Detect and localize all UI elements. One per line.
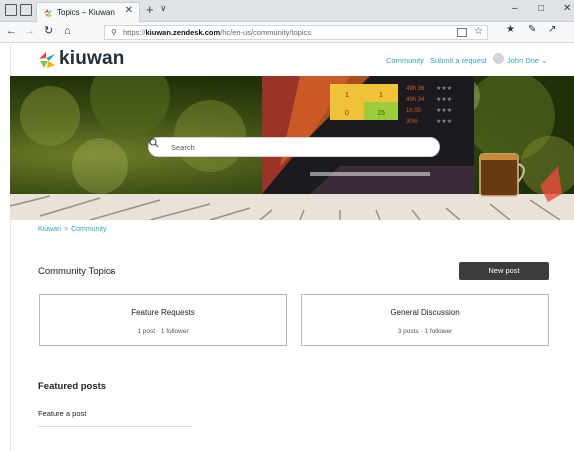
reading-view-icon[interactable] [457,28,467,37]
url-field[interactable]: ⚲ https://kiuwan.zendesk.com/hc/en-us/co… [104,25,488,40]
breadcrumb-kiuwan[interactable]: Kiuwan [38,226,61,233]
new-tab-icon[interactable]: + [146,3,154,16]
svg-text:★★★: ★★★ [436,107,452,114]
screen-time-2: 49h 34 [406,97,425,103]
nav-community-link[interactable]: Community [386,56,424,65]
screen-widget-4: 15 [377,110,385,117]
site-header: kiuwan Community Submit a request John D… [0,44,574,76]
screen-time-3: 1h 00 [406,108,422,114]
favorites-icon[interactable]: ★ [506,25,515,35]
share-icon[interactable]: ↗ [548,25,556,35]
screen-widget-2: 1 [379,92,383,99]
set-aside-tabs-icon[interactable] [20,4,32,16]
forward-arrow-icon[interactable]: → [24,26,35,37]
topic-meta: 3 posts · 1 follower [397,328,453,335]
topic-title[interactable]: General Discussion [302,308,548,317]
browser-address-bar: ← → ↻ ⌂ ⚲ https://kiuwan.zendesk.com/hc/… [0,22,574,43]
breadcrumb: Kiuwan > Community [38,226,106,233]
featured-posts-heading: Featured posts [38,381,107,392]
back-arrow-icon[interactable]: ← [6,26,17,37]
tab-menu-chevron-icon[interactable]: ∨ [160,4,167,13]
tab-close-icon[interactable]: ✕ [125,6,133,16]
chevron-down-icon[interactable]: ⌄ [108,266,115,275]
maximize-icon[interactable]: □ [538,4,544,14]
kiuwan-logo-icon [39,52,55,68]
logo-text: kiuwan [59,48,125,69]
lock-icon: ⚲ [111,28,117,37]
breadcrumb-community[interactable]: Community [71,226,106,233]
tab-actions-icon[interactable] [5,4,17,16]
nav-submit-request-link[interactable]: Submit a request [430,56,487,65]
svg-text:★★★: ★★★ [436,118,452,125]
favorite-star-icon[interactable]: ☆ [474,26,483,37]
topic-card-general-discussion[interactable]: General Discussion 3 posts · 1 follower [301,294,549,346]
feature-a-post-item: Feature a post [38,409,87,418]
refresh-icon[interactable]: ↻ [44,26,53,37]
screen-time-1: 49h 36 [406,86,425,92]
minimize-icon[interactable]: – [512,4,518,14]
search-placeholder: Search [171,143,195,152]
topic-title[interactable]: Feature Requests [40,308,286,317]
user-menu[interactable]: John Doe ⌄ [507,56,548,65]
breadcrumb-separator: > [63,226,69,233]
search-icon [149,138,159,148]
search-input[interactable]: Search [148,137,440,157]
browser-tab-bar: Topics – Kiuwan ✕ + ∨ – □ ✕ [0,0,574,22]
screen-widget-1: 1 [345,92,349,99]
featured-divider [38,426,192,427]
page-content: kiuwan Community Submit a request John D… [0,44,574,451]
topic-meta: 1 post · 1 follower [137,328,189,335]
svg-text:★★★: ★★★ [436,85,452,92]
screen-time-4: 30m [406,119,418,125]
svg-text:★★★: ★★★ [436,96,452,103]
home-icon[interactable]: ⌂ [64,26,71,37]
hero-banner: 1 1 0 15 49h 36 49h 34 1h 00 30m ★★★ ★★★… [10,76,574,220]
tab-title: Topics – Kiuwan [57,8,115,17]
avatar[interactable] [493,53,504,64]
url-text: https://kiuwan.zendesk.com/hc/en-us/comm… [123,28,311,37]
close-window-icon[interactable]: ✕ [563,4,571,14]
pen-icon[interactable]: ✎ [528,25,536,35]
chevron-down-icon: ⌄ [541,56,548,65]
screen-widget-3: 0 [345,110,349,117]
browser-tab[interactable]: Topics – Kiuwan ✕ [36,2,140,22]
topic-card-feature-requests[interactable]: Feature Requests 1 post · 1 follower [39,294,287,346]
kiuwan-favicon-icon [44,9,52,17]
new-post-button[interactable]: New post [459,262,549,280]
community-topics-dropdown[interactable]: Community Topics [38,266,115,277]
